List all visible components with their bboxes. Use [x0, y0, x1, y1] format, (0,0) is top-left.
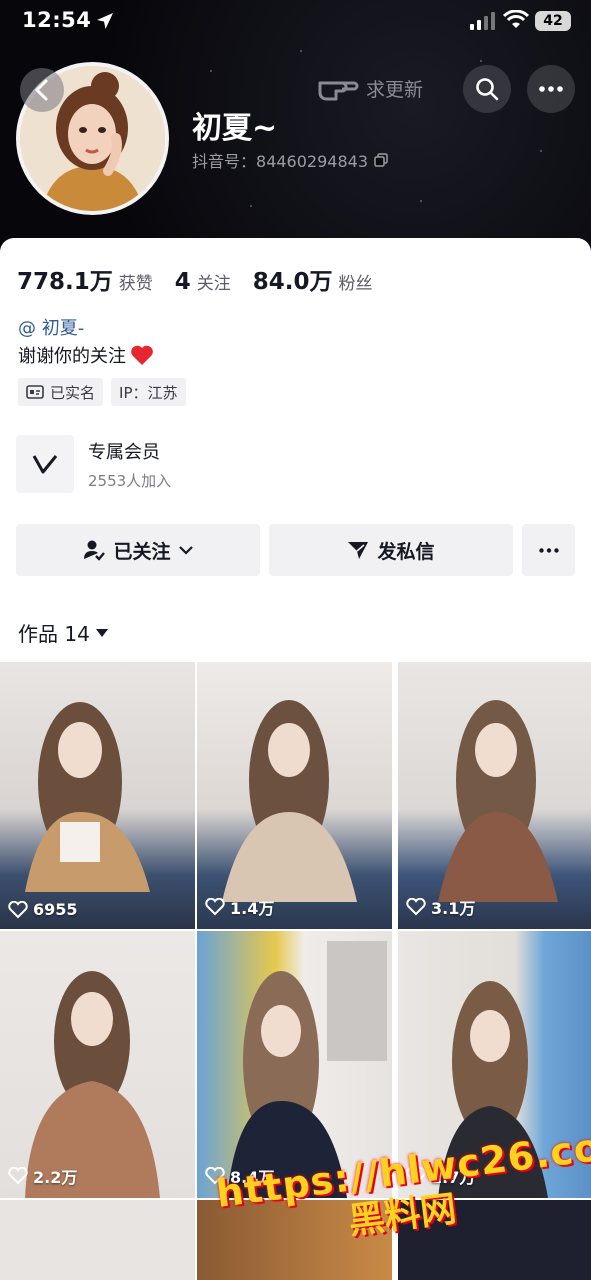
profile-bio: 谢谢你的关注: [18, 342, 154, 368]
verified-tag[interactable]: 已实名: [18, 378, 104, 406]
verified-tag-label: 已实名: [50, 383, 96, 402]
video-thumbnail[interactable]: [0, 1200, 195, 1280]
request-update-button[interactable]: 求更新: [316, 68, 423, 108]
star: [420, 200, 422, 202]
video-preview-image: [438, 700, 558, 902]
profile-handle-link[interactable]: @ 初夏-: [18, 314, 84, 340]
stat-following-value[interactable]: 4: [175, 269, 191, 295]
douyin-id-label: 抖音号：: [192, 152, 257, 171]
location-arrow-icon: [97, 13, 113, 29]
video-likes-count: 6955: [33, 900, 78, 919]
works-tab[interactable]: 作品 14: [18, 618, 108, 647]
followed-button[interactable]: 已关注: [16, 524, 260, 576]
copy-icon[interactable]: [374, 153, 388, 167]
video-thumbnail[interactable]: 3.1万: [398, 662, 591, 929]
pointing-hand-icon: [318, 81, 359, 101]
video-thumbnail[interactable]: 2.2万: [0, 931, 195, 1198]
red-heart-icon: [131, 345, 153, 365]
profile-card: 778.1万 获赞 4 关注 84.0万 粉丝 @ 初夏- 谢谢你的关注 已实名…: [0, 238, 591, 662]
membership-subtitle: 2553人加入: [88, 471, 172, 490]
video-thumbnail[interactable]: 6955: [0, 662, 195, 929]
star: [210, 70, 212, 72]
profile-actions: 已关注 发私信: [16, 524, 575, 576]
followed-label: 已关注: [113, 540, 171, 563]
stat-likes-label: 获赞: [118, 274, 153, 294]
video-likes: 1.4万: [205, 895, 274, 919]
video-preview-image: [222, 700, 357, 902]
heart-outline-icon: [8, 1167, 28, 1185]
stat-followers-value[interactable]: 84.0万: [253, 262, 333, 296]
heart-outline-icon: [205, 898, 225, 916]
star: [540, 150, 542, 152]
back-button[interactable]: [20, 68, 64, 112]
membership-title: 专属会员: [88, 441, 160, 463]
profile-stats: 778.1万 获赞 4 关注 84.0万 粉丝: [17, 262, 395, 296]
star: [250, 205, 252, 207]
profile-name: 初夏~: [192, 111, 278, 146]
more-dots-icon: [538, 547, 559, 553]
battery-indicator: 42: [535, 11, 571, 31]
chevron-down-icon: [178, 546, 193, 555]
video-likes-count: 2.2万: [33, 1168, 78, 1187]
more-options-button[interactable]: [527, 65, 575, 113]
video-likes-count: 1.4万: [230, 899, 275, 918]
search-icon: [476, 78, 499, 101]
more-dots-icon: [539, 86, 563, 92]
wifi-icon: [503, 10, 529, 28]
cellular-signal-icon: [470, 12, 495, 30]
star: [480, 60, 482, 62]
douyin-id-value: 84460294843: [256, 152, 368, 171]
heart-outline-icon: [406, 898, 426, 916]
video-preview-image: [25, 702, 150, 892]
user-check-icon: [84, 540, 106, 561]
status-bar: 12:54 42: [0, 0, 591, 44]
ip-location-tag: IP：江苏: [111, 378, 186, 406]
video-likes-count: 3.1万: [431, 899, 476, 918]
site-watermark: https://hlwc26.com 黑料网: [214, 1120, 591, 1242]
stat-following-label: 关注: [196, 274, 231, 294]
video-likes: 6955: [8, 900, 78, 919]
search-button[interactable]: [463, 65, 511, 113]
more-actions-button[interactable]: [522, 524, 575, 576]
ip-location-label: IP：江苏: [119, 383, 178, 402]
id-card-icon: [26, 385, 44, 399]
membership-v-icon: [16, 435, 74, 493]
profile-tags: 已实名 IP：江苏: [18, 378, 186, 406]
video-thumbnail[interactable]: 1.4万: [197, 662, 392, 929]
send-message-label: 发私信: [377, 540, 435, 563]
douyin-id: 抖音号：84460294843: [192, 148, 388, 172]
heart-outline-icon: [8, 900, 28, 918]
works-label: 作品 14: [18, 622, 90, 646]
star: [300, 50, 302, 52]
bio-text: 谢谢你的关注: [18, 346, 126, 367]
triangle-down-icon: [95, 628, 108, 637]
video-likes: 3.1万: [406, 895, 475, 919]
request-update-label: 求更新: [366, 78, 424, 101]
status-time: 12:54: [22, 8, 92, 32]
send-arrow-icon: [348, 542, 369, 559]
exclusive-membership-entry[interactable]: 专属会员 2553人加入: [16, 435, 171, 493]
chevron-left-icon: [34, 79, 48, 101]
send-message-button[interactable]: 发私信: [269, 524, 513, 576]
video-likes: 2.2万: [8, 1164, 77, 1188]
stat-likes-value[interactable]: 778.1万: [17, 262, 113, 296]
video-preview-image: [25, 971, 160, 1198]
stat-followers-label: 粉丝: [338, 274, 373, 294]
